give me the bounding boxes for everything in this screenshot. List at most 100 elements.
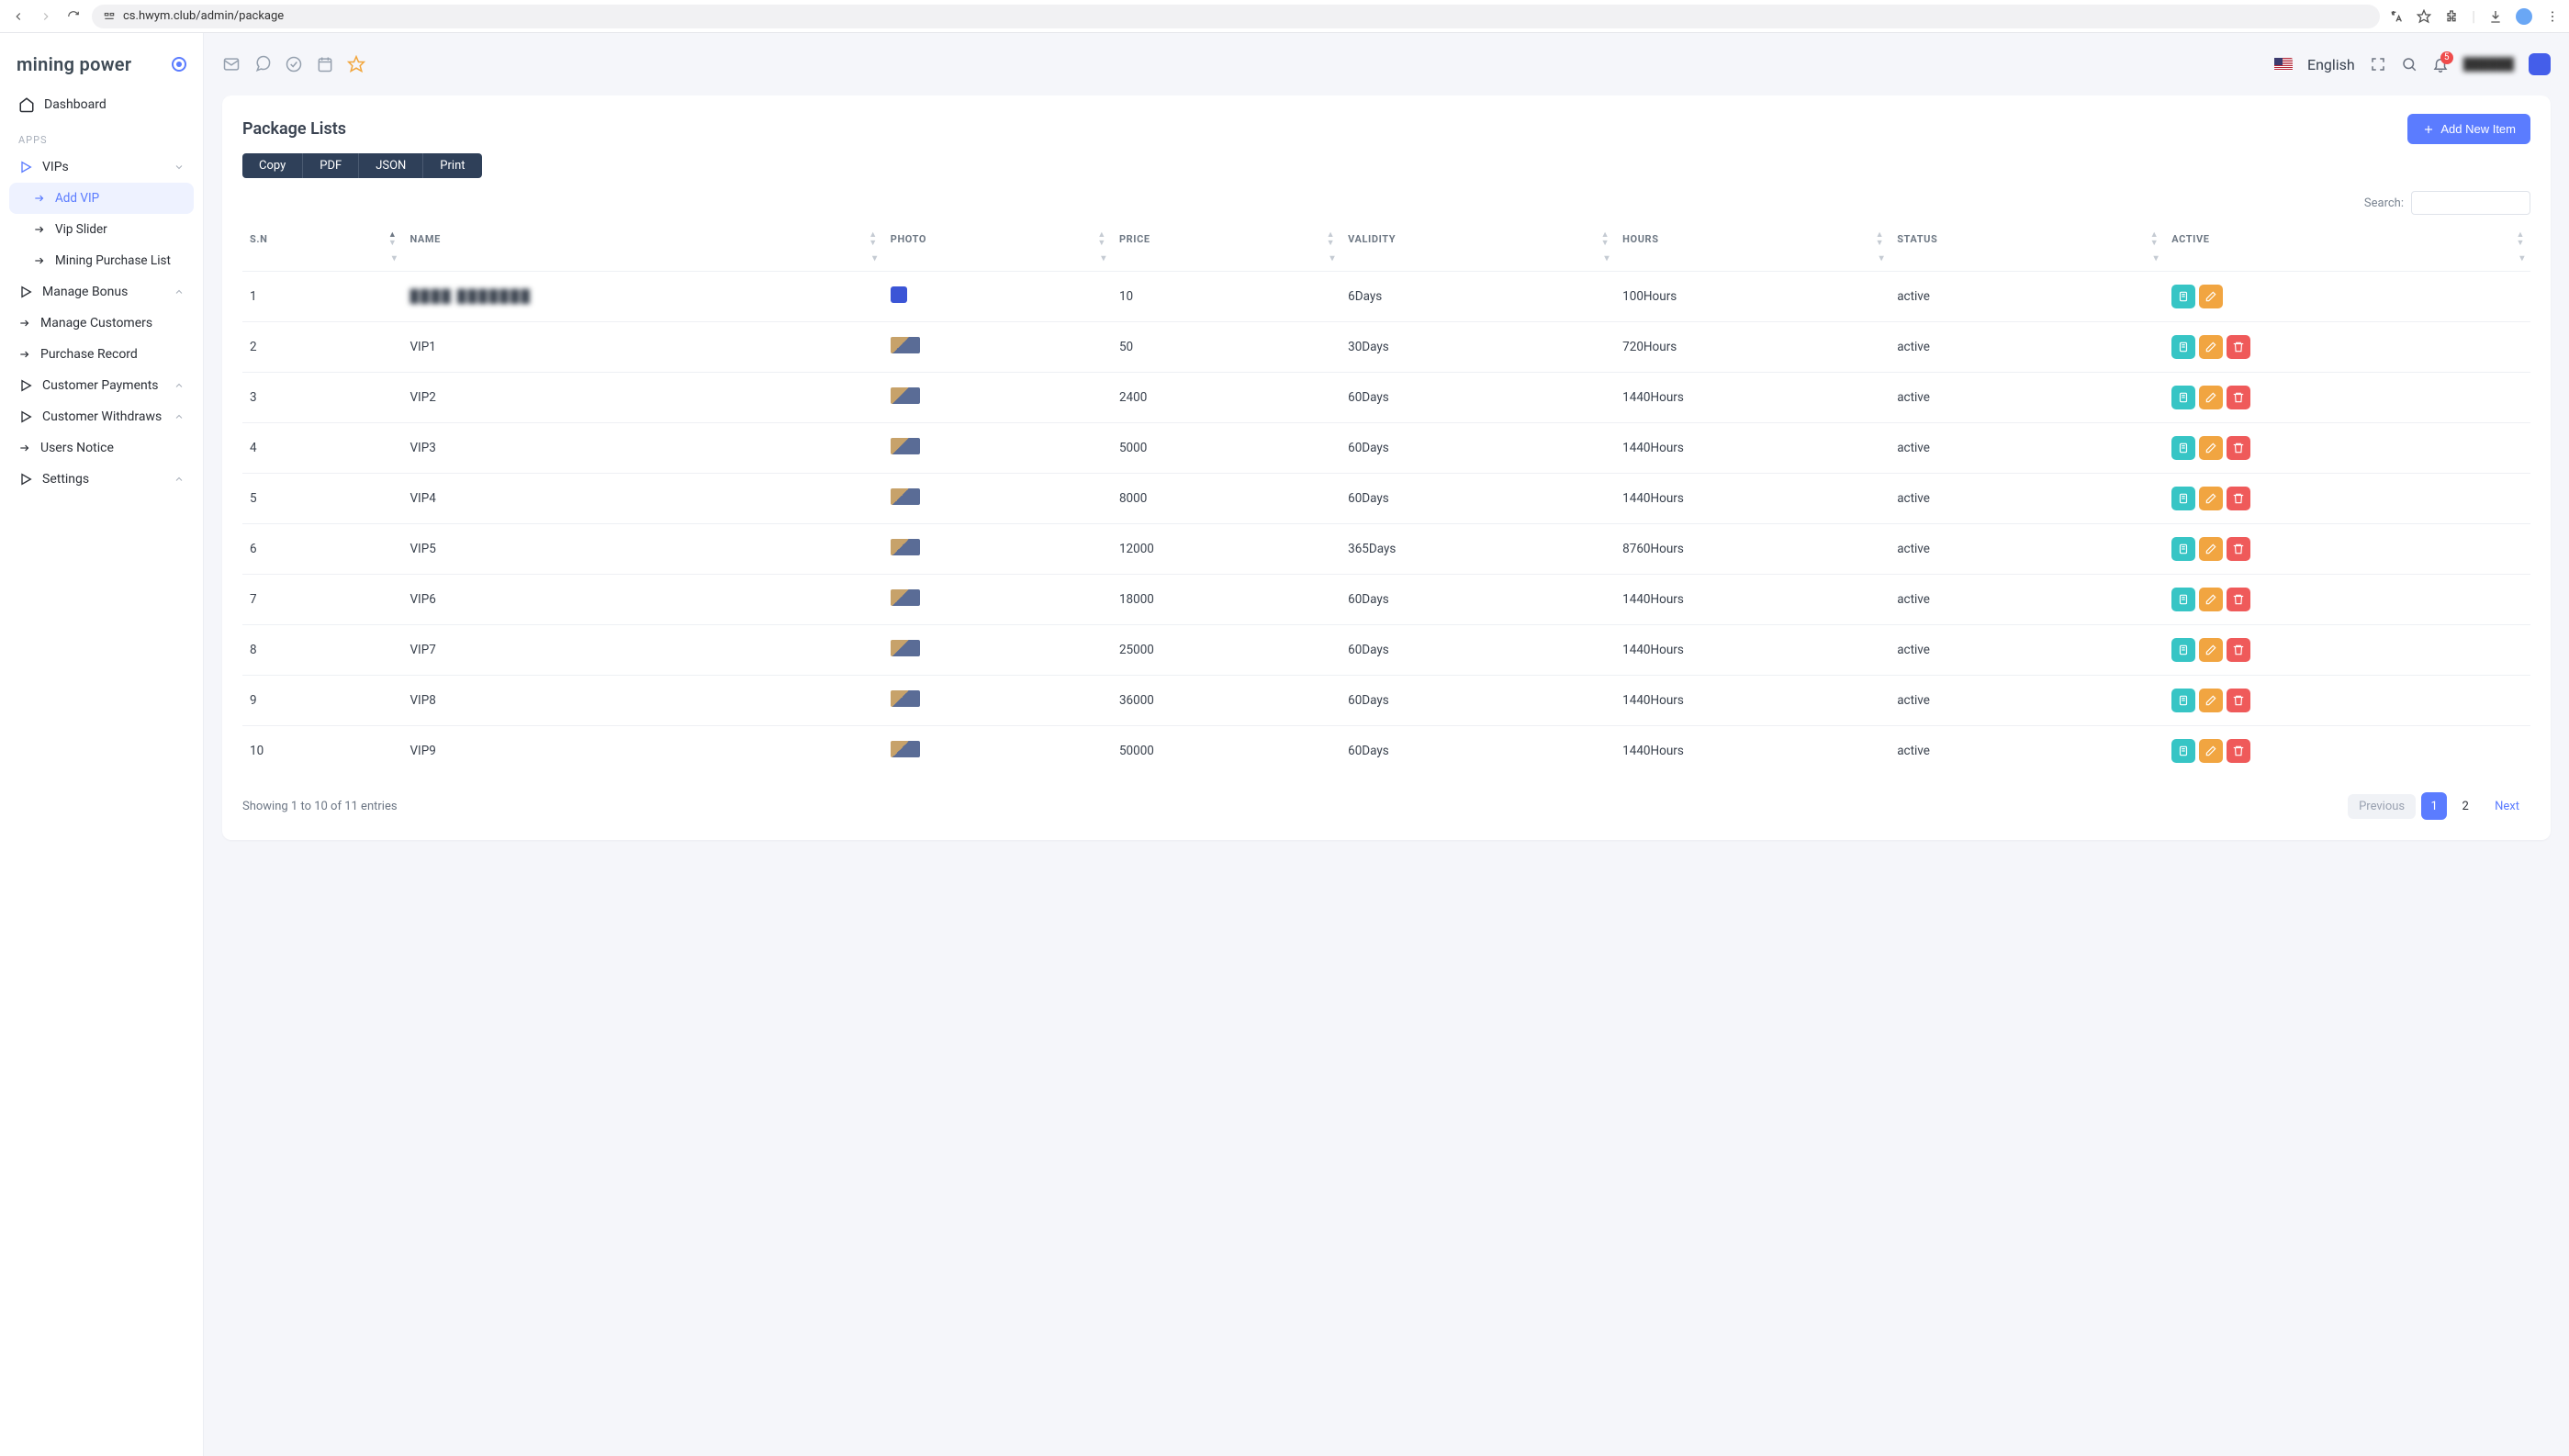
- export-print-button[interactable]: Print: [423, 153, 481, 178]
- chevron-up-icon: [174, 380, 185, 391]
- delete-button[interactable]: [2227, 588, 2250, 611]
- edit-button[interactable]: [2199, 487, 2223, 510]
- col-status[interactable]: STATUS▲▼▾: [1890, 222, 2164, 272]
- photo-thumb: [891, 741, 920, 757]
- edit-button[interactable]: [2199, 689, 2223, 712]
- cell-hours: 1440Hours: [1615, 676, 1890, 726]
- view-button[interactable]: [2171, 487, 2195, 510]
- favorite-icon[interactable]: [347, 55, 365, 73]
- main: English 5 ██████ Package Lists Add New I…: [204, 33, 2569, 1456]
- cell-actions: [2164, 322, 2530, 373]
- arrow-right-icon: [18, 348, 31, 361]
- photo-thumb: [891, 438, 920, 454]
- edit-button[interactable]: [2199, 285, 2223, 308]
- export-copy-button[interactable]: Copy: [242, 153, 303, 178]
- sidebar-item-manage-bonus[interactable]: Manage Bonus: [9, 276, 194, 308]
- sidebar-item-settings[interactable]: Settings: [9, 464, 194, 495]
- url-bar[interactable]: cs.hwym.club/admin/package: [92, 5, 2380, 28]
- extensions-icon[interactable]: [2444, 9, 2459, 24]
- cell-sn: 7: [242, 575, 402, 625]
- cell-actions: [2164, 423, 2530, 474]
- cell-validity: 60Days: [1341, 474, 1615, 524]
- pagination-next[interactable]: Next: [2484, 794, 2530, 819]
- cell-photo: [883, 726, 1112, 777]
- app-logo-icon[interactable]: [2529, 53, 2551, 75]
- sidebar-item-manage-customers[interactable]: Manage Customers: [9, 308, 194, 339]
- sidebar-item-customer-withdraws[interactable]: Customer Withdraws: [9, 401, 194, 432]
- col-name[interactable]: NAME▲▼▾: [402, 222, 882, 272]
- export-json-button[interactable]: JSON: [359, 153, 423, 178]
- reload-button[interactable]: [64, 7, 83, 26]
- edit-button[interactable]: [2199, 588, 2223, 611]
- notifications-button[interactable]: 5: [2432, 56, 2449, 73]
- export-pdf-button[interactable]: PDF: [303, 153, 359, 178]
- download-icon[interactable]: [2488, 9, 2503, 24]
- sidebar-item-vip-slider[interactable]: Vip Slider: [9, 214, 194, 245]
- edit-button[interactable]: [2199, 386, 2223, 409]
- edit-button[interactable]: [2199, 436, 2223, 460]
- delete-button[interactable]: [2227, 739, 2250, 763]
- pagination-page-2[interactable]: 2: [2452, 792, 2478, 820]
- entries-info: Showing 1 to 10 of 11 entries: [242, 800, 398, 813]
- mail-icon[interactable]: [222, 55, 241, 73]
- profile-avatar-icon[interactable]: [2516, 8, 2532, 25]
- delete-button[interactable]: [2227, 638, 2250, 662]
- delete-button[interactable]: [2227, 487, 2250, 510]
- delete-button[interactable]: [2227, 537, 2250, 561]
- search-icon[interactable]: [2401, 56, 2418, 73]
- menu-dots-icon[interactable]: [2545, 9, 2560, 24]
- forward-button[interactable]: [37, 7, 55, 26]
- chat-icon[interactable]: [253, 55, 272, 73]
- star-icon[interactable]: [2417, 9, 2431, 24]
- view-button[interactable]: [2171, 436, 2195, 460]
- edit-button[interactable]: [2199, 335, 2223, 359]
- sidebar-item-mining-purchase[interactable]: Mining Purchase List: [9, 245, 194, 276]
- sidebar-item-vips[interactable]: VIPs: [9, 151, 194, 183]
- delete-button[interactable]: [2227, 436, 2250, 460]
- check-circle-icon[interactable]: [285, 55, 303, 73]
- col-hours[interactable]: HOURS▲▼▾: [1615, 222, 1890, 272]
- view-button[interactable]: [2171, 739, 2195, 763]
- sidebar-item-purchase-record[interactable]: Purchase Record: [9, 339, 194, 370]
- pagination-previous[interactable]: Previous: [2348, 794, 2416, 819]
- arrow-right-icon: [18, 317, 31, 330]
- calendar-icon[interactable]: [316, 55, 334, 73]
- cell-actions: [2164, 676, 2530, 726]
- col-price[interactable]: PRICE▲▼▾: [1112, 222, 1341, 272]
- edit-button[interactable]: [2199, 537, 2223, 561]
- delete-button[interactable]: [2227, 689, 2250, 712]
- cell-price: 2400: [1112, 373, 1341, 423]
- photo-thumb: [891, 387, 920, 404]
- view-button[interactable]: [2171, 335, 2195, 359]
- edit-button[interactable]: [2199, 739, 2223, 763]
- pagination-page-1[interactable]: 1: [2421, 792, 2447, 820]
- view-button[interactable]: [2171, 689, 2195, 712]
- sidebar-item-users-notice[interactable]: Users Notice: [9, 432, 194, 464]
- language-label[interactable]: English: [2307, 56, 2355, 73]
- add-new-item-button[interactable]: Add New Item: [2407, 114, 2530, 144]
- translate-icon[interactable]: [2389, 9, 2404, 24]
- col-sn[interactable]: S.N▲▼▾: [242, 222, 402, 272]
- delete-button[interactable]: [2227, 386, 2250, 409]
- cell-price: 36000: [1112, 676, 1341, 726]
- col-validity[interactable]: VALIDITY▲▼▾: [1341, 222, 1615, 272]
- sidebar-item-customer-payments[interactable]: Customer Payments: [9, 370, 194, 401]
- cell-validity: 60Days: [1341, 423, 1615, 474]
- sidebar-item-add-vip[interactable]: Add VIP: [9, 183, 194, 214]
- chevron-up-icon: [174, 411, 185, 422]
- delete-button[interactable]: [2227, 335, 2250, 359]
- edit-button[interactable]: [2199, 638, 2223, 662]
- search-input[interactable]: [2411, 191, 2530, 215]
- view-button[interactable]: [2171, 386, 2195, 409]
- fullscreen-icon[interactable]: [2370, 56, 2386, 73]
- view-button[interactable]: [2171, 537, 2195, 561]
- photo-thumb: [891, 640, 920, 656]
- col-photo[interactable]: PHOTO▲▼▾: [883, 222, 1112, 272]
- view-button[interactable]: [2171, 588, 2195, 611]
- sidebar-item-dashboard[interactable]: Dashboard: [9, 88, 194, 121]
- view-button[interactable]: [2171, 285, 2195, 308]
- col-active[interactable]: ACTIVE▲▼▾: [2164, 222, 2530, 272]
- back-button[interactable]: [9, 7, 28, 26]
- cell-price: 25000: [1112, 625, 1341, 676]
- view-button[interactable]: [2171, 638, 2195, 662]
